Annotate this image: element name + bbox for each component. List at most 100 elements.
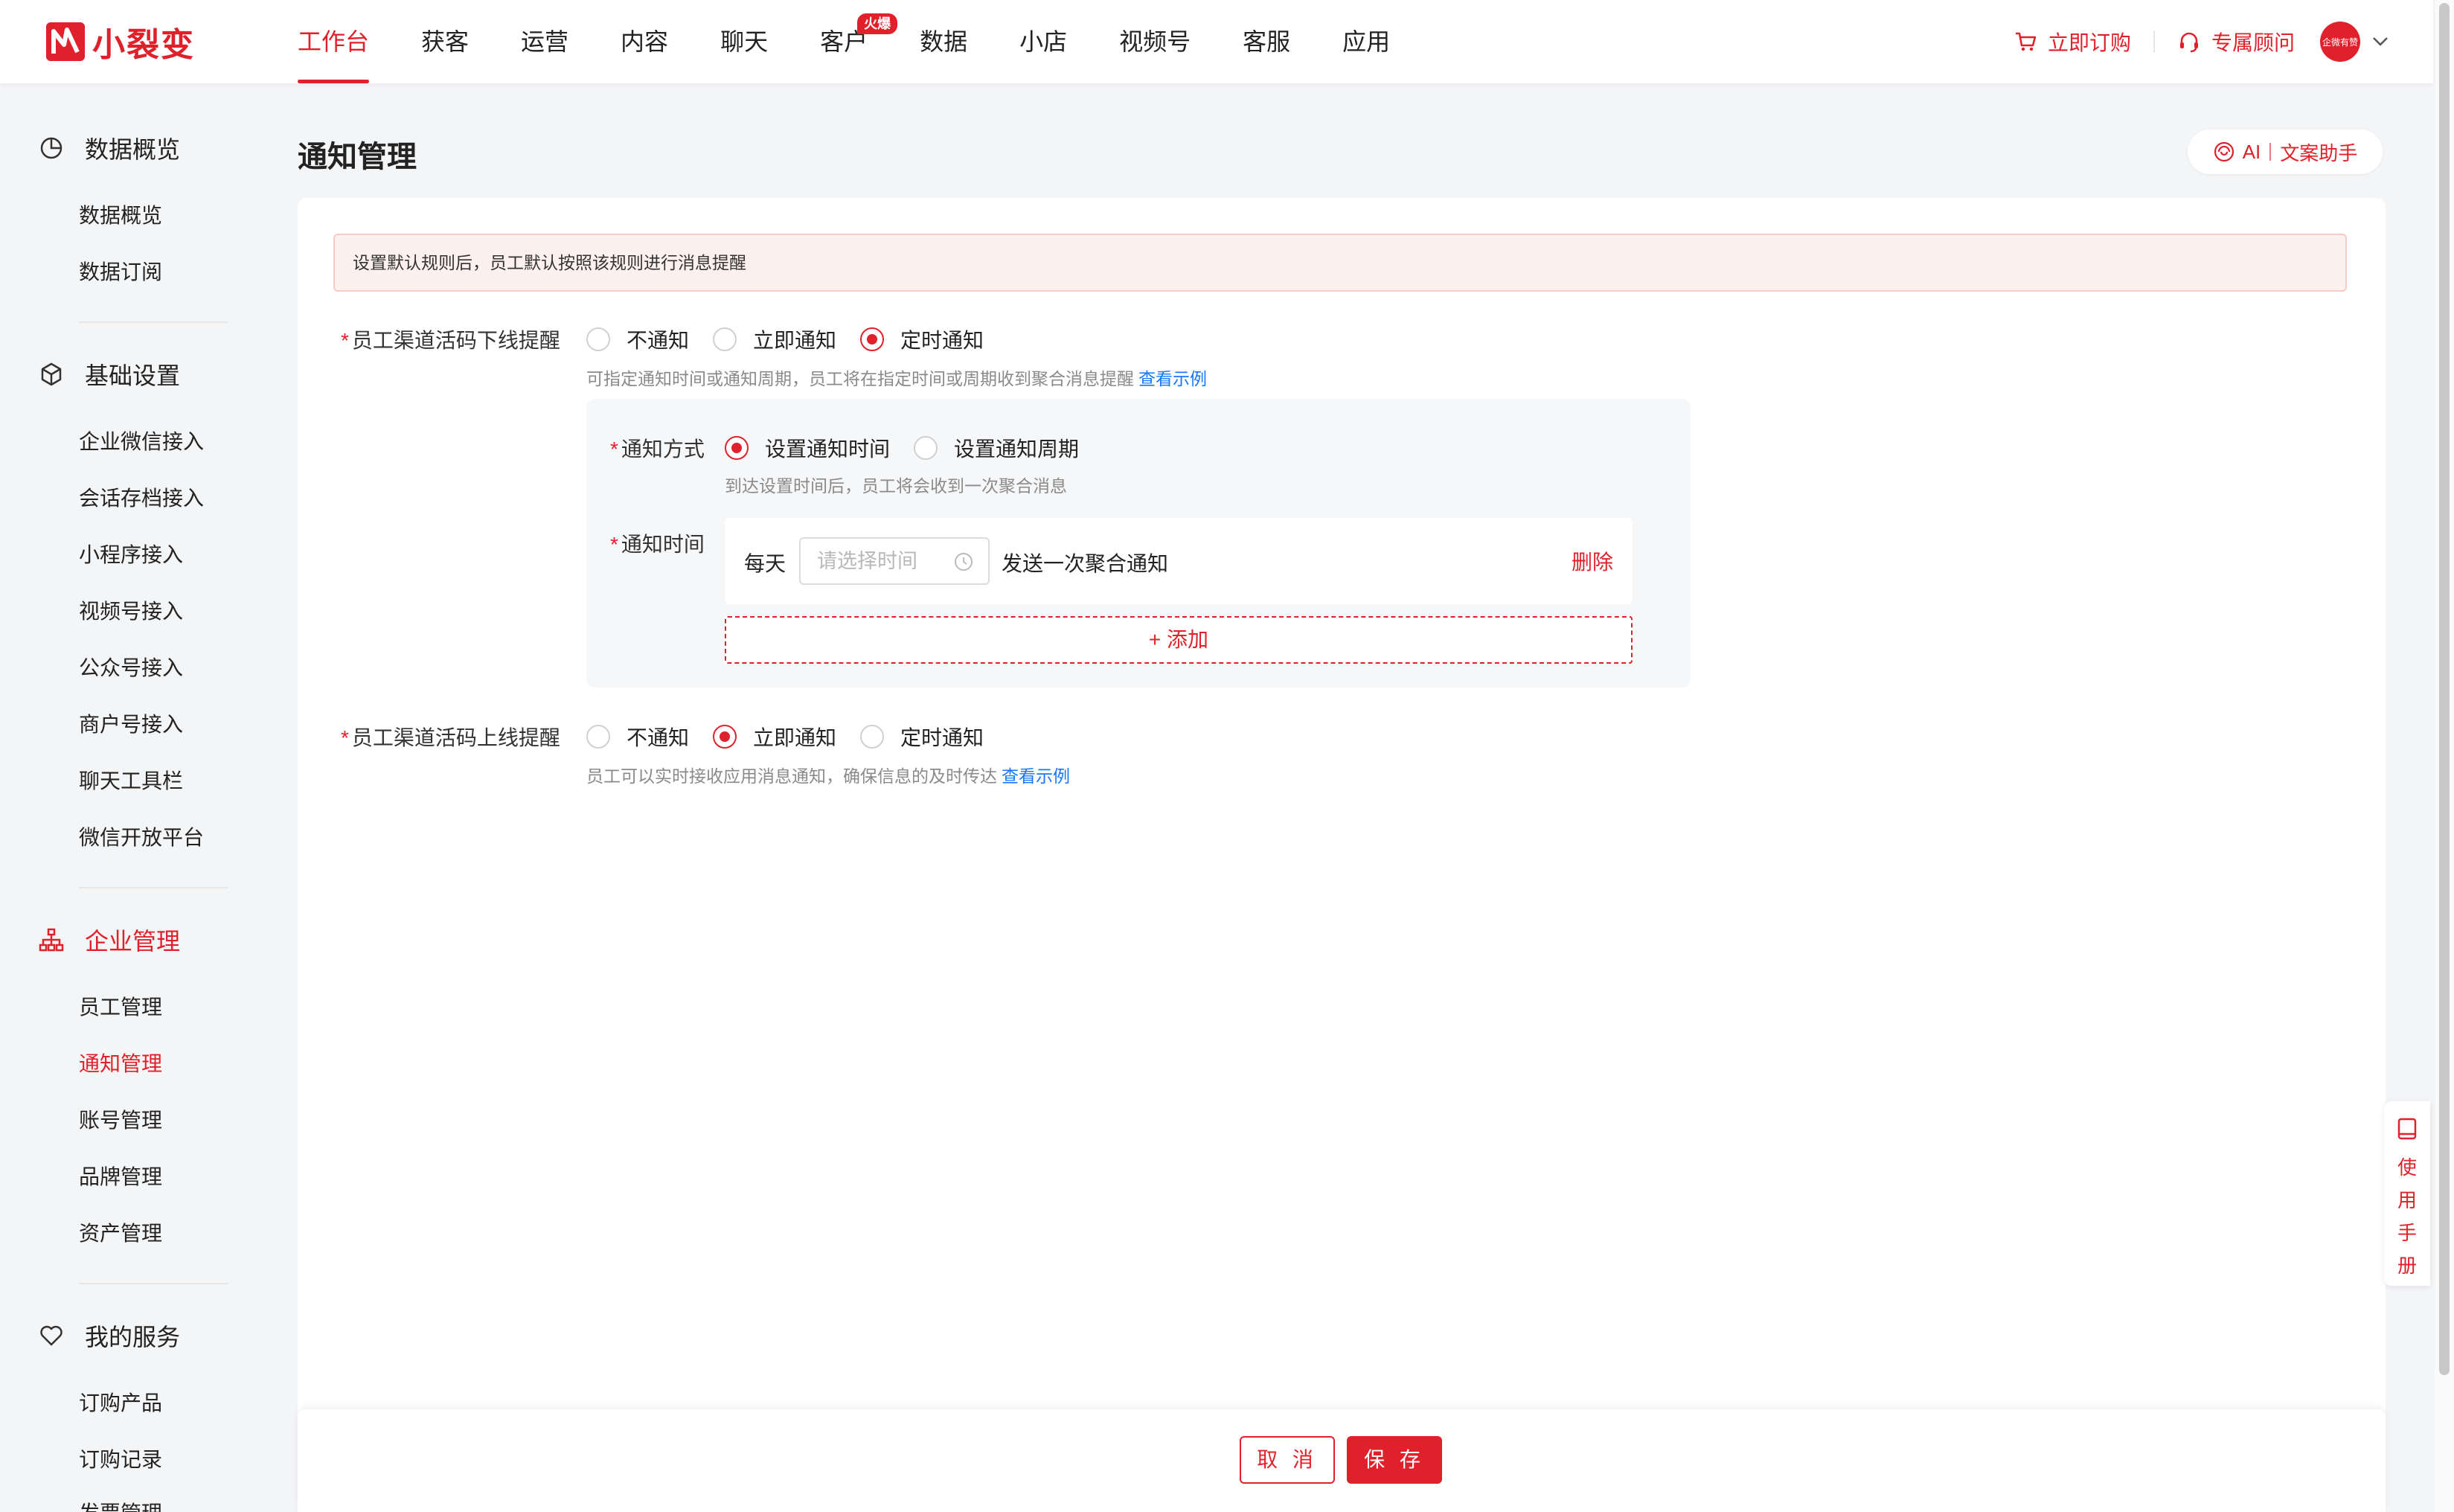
sidebar-group-label: 数据概览 (85, 136, 181, 163)
sidebar-group-label: 基础设置 (85, 362, 181, 389)
hot-badge: 火爆 (857, 13, 898, 34)
ai-copywriter-button[interactable]: AI 文案助手 (2188, 129, 2383, 174)
radio-circle (713, 327, 737, 351)
sidebar-item-chat-archive[interactable]: 会话存档接入 (79, 482, 204, 512)
chevron-down-icon[interactable] (2372, 36, 2389, 47)
sidebar-item-data-overview[interactable]: 数据概览 (79, 199, 162, 229)
delete-rule-link[interactable]: 删除 (1572, 546, 1613, 576)
nav-acquire[interactable]: 获客 (421, 0, 469, 83)
ai-sub-label: 文案助手 (2280, 141, 2358, 164)
ai-swirl-icon (2214, 141, 2234, 162)
user-manual-tab[interactable]: 使用手册 (2384, 1101, 2430, 1286)
sidebar-item-order-history[interactable]: 订购记录 (79, 1444, 162, 1473)
online-radio-immediate[interactable]: 立即通知 (713, 722, 836, 752)
brand-logo[interactable]: 小裂变 (46, 21, 195, 63)
content-card (298, 198, 2386, 1512)
headset-icon (2179, 32, 2198, 53)
save-button[interactable]: 保 存 (1347, 1436, 1442, 1484)
advisor-link[interactable]: 专属顾问 (2177, 27, 2295, 57)
sidebar-item-staff[interactable]: 员工管理 (79, 991, 162, 1021)
nav-channels[interactable]: 视频号 (1119, 0, 1191, 83)
online-reminder-radio-group: 不通知 立即通知 定时通知 (586, 722, 1007, 752)
radio-label: 设置通知时间 (765, 438, 891, 461)
pie-chart-icon (40, 137, 63, 159)
radio-circle (586, 327, 610, 351)
advisor-label: 专属顾问 (2211, 31, 2295, 54)
brand-name: 小裂变 (92, 27, 195, 63)
method-radio-time[interactable]: 设置通知时间 (725, 433, 890, 463)
sidebar-item-merchant[interactable]: 商户号接入 (79, 708, 183, 738)
nav-service[interactable]: 客服 (1243, 0, 1290, 83)
nav-content[interactable]: 内容 (621, 0, 668, 83)
required-mark: * (610, 533, 618, 556)
send-suffix: 发送一次聚合通知 (1002, 552, 1169, 575)
nav-data[interactable]: 数据 (920, 0, 967, 83)
time-picker-input[interactable]: 请选择时间 (799, 537, 990, 585)
offline-radio-immediate[interactable]: 立即通知 (713, 324, 836, 354)
sidebar-item-miniprogram[interactable]: 小程序接入 (79, 539, 183, 568)
sidebar-item-data-subscription[interactable]: 数据订阅 (79, 256, 162, 286)
online-radio-none[interactable]: 不通知 (586, 722, 689, 752)
online-reminder-label: * 员工渠道活码上线提醒 (341, 722, 560, 752)
sidebar-divider (79, 321, 228, 323)
sidebar-item-notification[interactable]: 通知管理 (79, 1048, 162, 1077)
nav-chat[interactable]: 聊天 (720, 0, 768, 83)
sidebar-item-channels[interactable]: 视频号接入 (79, 595, 183, 625)
sidebar-item-chat-toolbar[interactable]: 聊天工具栏 (79, 765, 183, 795)
sidebar-group-my-services[interactable]: 我的服务 (39, 1319, 180, 1353)
page-title: 通知管理 (298, 141, 417, 173)
offline-radio-scheduled[interactable]: 定时通知 (860, 324, 984, 354)
add-time-button[interactable]: + 添加 (725, 616, 1633, 664)
offline-radio-none[interactable]: 不通知 (586, 324, 689, 354)
sidebar-item-open-platform[interactable]: 微信开放平台 (79, 821, 204, 851)
nav-workbench[interactable]: 工作台 (298, 0, 370, 83)
info-alert: 设置默认规则后，员工默认按照该规则进行消息提醒 (333, 234, 2347, 292)
sidebar-item-official-account[interactable]: 公众号接入 (79, 652, 183, 682)
scrollbar[interactable] (2435, 0, 2454, 1512)
sidebar-group-enterprise[interactable]: 企业管理 (39, 923, 180, 957)
action-footer (298, 1409, 2386, 1512)
offline-hint: 可指定通知时间或通知周期，员工将在指定时间或周期收到聚合消息提醒 查看示例 (586, 365, 1207, 390)
radio-label: 定时通知 (900, 329, 984, 352)
offline-reminder-radio-group: 不通知 立即通知 定时通知 (586, 324, 1007, 354)
radio-label: 不通知 (627, 726, 690, 749)
scroll-thumb[interactable] (2439, 3, 2450, 1375)
method-label: * 通知方式 (610, 433, 705, 463)
cube-icon (41, 362, 62, 386)
radio-label: 设置通知周期 (954, 438, 1080, 461)
radio-circle (914, 436, 938, 460)
user-manual-label: 使用手册 (2397, 1156, 2417, 1277)
radio-label: 立即通知 (753, 726, 837, 749)
radio-circle (860, 725, 885, 749)
sidebar-item-invoices[interactable]: 发票管理 (79, 1497, 162, 1512)
online-hint: 员工可以实时接收应用消息通知，确保信息的及时传达 查看示例 (586, 762, 1070, 787)
nav-shop[interactable]: 小店 (1019, 0, 1067, 83)
method-radio-group: 设置通知时间 设置通知周期 (725, 433, 1103, 463)
nav-operation[interactable]: 运营 (521, 0, 568, 83)
sidebar-item-ordered-products[interactable]: 订购产品 (79, 1387, 162, 1417)
radio-label: 定时通知 (900, 726, 984, 749)
sidebar-group-data-overview[interactable]: 数据概览 (39, 131, 180, 165)
online-radio-scheduled[interactable]: 定时通知 (860, 722, 984, 752)
divider (2269, 143, 2272, 161)
sidebar-item-assets[interactable]: 资产管理 (79, 1217, 162, 1247)
sidebar-item-wecom-access[interactable]: 企业微信接入 (79, 426, 204, 455)
online-example-link[interactable]: 查看示例 (1002, 766, 1070, 786)
heart-icon (40, 1325, 63, 1346)
cancel-button[interactable]: 取 消 (1240, 1436, 1335, 1484)
sidebar-item-account[interactable]: 账号管理 (79, 1104, 162, 1134)
radio-circle (860, 327, 885, 351)
nav-apps[interactable]: 应用 (1342, 0, 1390, 83)
nav-customer[interactable]: 客户 火爆 (820, 0, 898, 83)
offline-reminder-text: 员工渠道活码下线提醒 (351, 329, 560, 352)
sidebar-group-basic-settings[interactable]: 基础设置 (39, 357, 180, 391)
org-chart-icon (39, 928, 64, 952)
order-now-label: 立即订购 (2047, 31, 2131, 54)
method-radio-period[interactable]: 设置通知周期 (914, 433, 1079, 463)
daily-prefix: 每天 (744, 552, 787, 575)
avatar[interactable]: 企微有赞 (2320, 22, 2360, 62)
order-now-link[interactable]: 立即订购 (2014, 27, 2131, 57)
time-label: * 通知时间 (610, 528, 705, 558)
offline-example-link[interactable]: 查看示例 (1138, 369, 1207, 388)
sidebar-item-brand[interactable]: 品牌管理 (79, 1161, 162, 1191)
